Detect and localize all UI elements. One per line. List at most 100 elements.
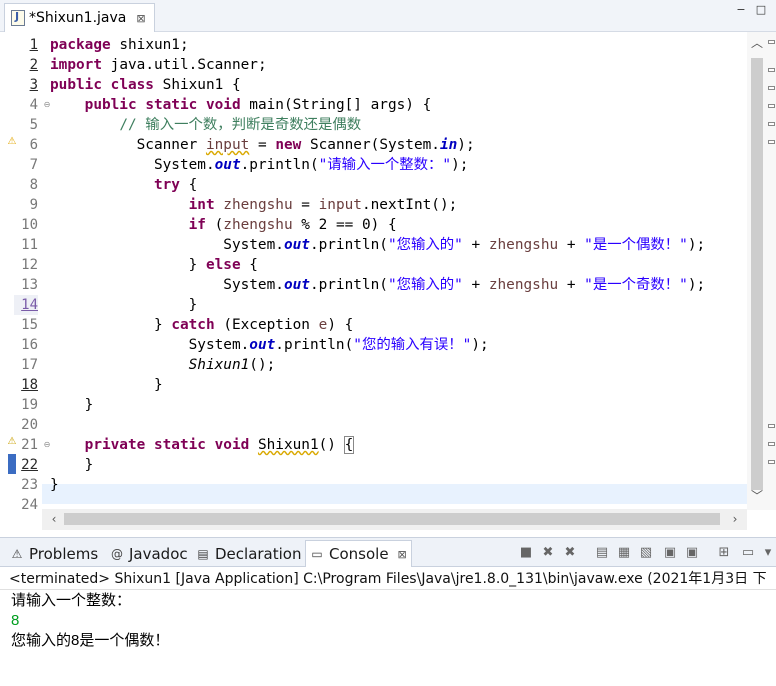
chevron-down-icon[interactable]: ▾ [760,545,776,561]
line-number: 11 [21,237,38,253]
line-number: 16 [21,337,38,353]
remove-launch-icon[interactable]: ✖ [540,545,556,561]
clear-console-icon[interactable]: ▤ [594,545,610,561]
line-number: 2 [29,57,38,73]
code-line[interactable]: } [50,395,94,415]
scroll-down-icon[interactable]: ﹀ [747,488,767,504]
display-console-icon[interactable]: ▭ [740,545,756,561]
console-output-line: 您输入的8是一个偶数！ [11,632,170,649]
line-number-ruler: 1 2 3 4 5 6 7 8 9 10 11 12 13 14 15 16 1… [14,32,42,513]
tab-javadoc[interactable]: @ Javadoc [106,540,192,567]
word-wrap-icon[interactable]: ▧ [638,545,654,561]
code-line[interactable]: if (zhengshu % 2 == 0) { [50,215,397,235]
overview-ruler [767,32,776,510]
overview-mark[interactable] [768,424,775,428]
show-on-stderr-icon[interactable]: ▣ [684,545,700,561]
line-number: 24 [21,497,38,513]
close-icon[interactable]: ⊠ [398,548,407,561]
code-text-area[interactable]: package shixun1; import java.util.Scanner… [50,35,746,513]
overview-mark[interactable] [768,140,775,144]
vertical-scrollbar[interactable]: ︿ ﹀ [747,32,767,510]
line-number: 3 [29,77,38,93]
line-number: 17 [21,357,38,373]
code-line[interactable]: } [50,475,59,495]
code-line[interactable]: System.out.println("请输入一个整数："); [50,155,468,175]
code-line[interactable]: Scanner input = new Scanner(System.in); [50,135,475,155]
code-line[interactable]: package shixun1; [50,35,189,55]
tab-label: Problems [29,544,99,563]
code-line[interactable]: // 输入一个数，判断是奇数还是偶数 [50,115,361,135]
overview-mark[interactable] [768,40,775,44]
code-line[interactable]: public static void main(String[] args) { [50,95,432,115]
scroll-lock-icon[interactable]: ▦ [616,545,632,561]
console-output-line: 请输入一个整数： [11,592,132,609]
console-icon: ▭ [311,547,323,561]
code-line[interactable]: } else { [50,255,258,275]
code-line[interactable]: System.out.println("您的输入有误！"); [50,335,489,355]
overview-mark[interactable] [768,68,775,72]
line-number: 18 [21,377,38,393]
code-line[interactable]: } [50,455,94,475]
line-number: 21 [21,437,38,453]
editor-tab-bar: *Shixun1.java ⊠ − □ [0,0,776,32]
line-number: 20 [21,417,38,433]
tab-problems[interactable]: ⚠ Problems [6,540,102,567]
line-number: 5 [29,117,38,133]
overview-mark[interactable] [768,86,775,90]
overview-mark[interactable] [768,122,775,126]
code-line[interactable]: System.out.println("您输入的" + zhengshu + "… [50,275,705,295]
code-line[interactable]: Shixun1(); [50,355,276,375]
code-line[interactable]: } [50,375,163,395]
code-line[interactable]: try { [50,175,197,195]
maximize-icon[interactable]: □ [754,4,768,16]
line-number: 14 [14,295,38,315]
overview-mark[interactable] [768,442,775,446]
remove-all-terminated-icon[interactable]: ✖ [562,545,578,561]
scroll-up-icon[interactable]: ︿ [747,35,767,51]
line-number: 10 [21,217,38,233]
line-number: 15 [21,317,38,333]
terminate-icon[interactable]: ■ [518,545,534,561]
line-number: 13 [21,277,38,293]
tab-console[interactable]: ▭ Console ⊠ [305,540,412,567]
code-line[interactable]: } [50,295,198,315]
overview-mark[interactable] [768,460,775,464]
pin-console-icon[interactable]: ⊞ [716,545,732,561]
problems-icon: ⚠ [11,546,23,561]
code-line[interactable]: } catch (Exception e) { [50,315,353,335]
scroll-right-icon[interactable]: › [725,509,745,530]
editor-tab-title: *Shixun1.java [29,10,127,26]
editor-tab-shixun1[interactable]: *Shixun1.java ⊠ [4,3,155,32]
overview-mark[interactable] [768,104,775,108]
tab-label: Console [329,545,389,563]
code-line[interactable]: System.out.println("您输入的" + zhengshu + "… [50,235,705,255]
declaration-icon: ▤ [197,546,209,561]
line-number: 4 [29,97,38,113]
tab-label: Javadoc [129,544,188,563]
close-icon[interactable]: ⊠ [136,12,145,25]
line-number: 12 [21,257,38,273]
horizontal-scroll-thumb[interactable] [64,513,720,525]
javadoc-icon: @ [111,546,123,561]
code-line[interactable]: private static void Shixun1() { [50,435,355,455]
line-number: 22 [21,457,38,473]
vertical-scroll-thumb[interactable] [751,58,763,490]
code-line[interactable]: public class Shixun1 { [50,75,241,95]
line-number: 23 [21,477,38,493]
show-on-stdout-icon[interactable]: ▣ [662,545,678,561]
minimize-icon[interactable]: − [734,4,748,16]
horizontal-scrollbar[interactable]: ‹ › [42,509,747,530]
java-file-icon [11,10,25,26]
console-process-header: <terminated> Shixun1 [Java Application] … [0,568,776,590]
tab-declaration[interactable]: ▤ Declaration [192,540,305,567]
line-number: 19 [21,397,38,413]
line-number: 8 [29,177,38,193]
line-number: 1 [29,37,38,53]
code-editor[interactable]: ⚠ ⚠ 1 2 3 4 5 6 7 8 9 10 11 12 13 14 15 … [0,32,776,530]
tab-label: Declaration [215,544,302,563]
scroll-left-icon[interactable]: ‹ [44,509,64,530]
code-line[interactable]: import java.util.Scanner; [50,55,267,75]
code-line[interactable]: int zhengshu = input.nextInt(); [50,195,458,215]
line-number: 6 [29,137,38,153]
line-number: 9 [29,197,38,213]
